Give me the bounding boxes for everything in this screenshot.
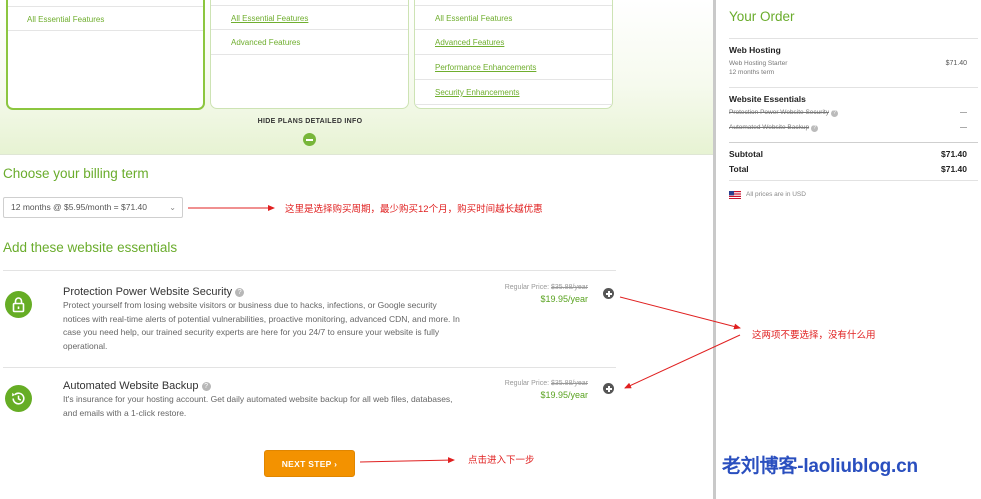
essential-description: It's insurance for your hosting account.… [63,394,453,418]
essentials-title: Add these website essentials [3,240,178,255]
order-essential-security-value: — [960,109,967,116]
help-icon[interactable]: ? [201,382,211,391]
divider [729,87,978,88]
essential-name: Automated Website Backup? [63,380,211,392]
order-essential-backup: Automated Website Backup? [729,124,819,132]
plan-feature[interactable]: All Essential Features [211,5,408,30]
currency-note: All prices are in USD [746,191,806,198]
annotation-billing: 这里是选择购买周期，最少购买12个月，购买时间越长越优惠 [285,204,543,215]
divider [729,180,978,181]
watermark: 老刘博客-laoliublog.cn [722,456,918,477]
plan-card-plus[interactable]: All Essential Features Advanced Features [210,0,409,109]
order-hosting-plan: Web Hosting Starter [729,60,788,67]
next-step-button[interactable]: NEXT STEP › [264,450,355,477]
checkout-main: All Essential Features All Essential Fea… [0,0,714,499]
order-essentials-header: Website Essentials [729,94,806,104]
plans-section: All Essential Features All Essential Fea… [0,0,714,155]
plan-feature[interactable]: Performance Enhancements [415,55,612,80]
plan-feature[interactable]: Advanced Features [415,30,612,55]
annotation-next: 点击进入下一步 [468,455,535,466]
collapse-minus-icon[interactable] [303,133,316,146]
essential-description: Protect yourself from losing website vis… [63,300,460,351]
divider [729,38,978,39]
lock-icon [5,291,32,318]
plan-feature: All Essential Features [8,6,203,31]
regular-price: Regular Price: $35.88/year [504,380,588,387]
plan-feature: Advanced Features [211,30,408,55]
order-hosting-price: $71.40 [945,60,967,67]
billing-term-value: 12 months @ $5.95/month = $71.40 [11,202,147,212]
essential-backup-row: Automated Website Backup? It's insurance… [3,367,616,432]
discount-price: $19.95/year [540,294,588,304]
backup-restore-icon [5,385,32,412]
order-summary-panel: Your Order Web Hosting Web Hosting Start… [716,0,981,499]
total-value: $71.40 [941,164,967,174]
order-hosting-header: Web Hosting [729,45,781,55]
add-plus-icon[interactable] [603,383,614,394]
annotation-essentials: 这两项不要选择，没有什么用 [752,330,876,341]
help-icon[interactable]: ? [235,288,245,297]
help-icon[interactable]: ? [811,125,819,132]
plan-feature: All Essential Features [415,5,612,30]
order-hosting-term: 12 months term [729,69,775,76]
subtotal-label: Subtotal [729,149,763,159]
order-essential-backup-value: — [960,124,967,131]
divider [729,142,978,143]
essential-name: Protection Power Website Security? [63,286,245,298]
us-flag-icon [729,191,741,199]
chevron-down-icon: ⌄ [169,203,176,212]
plan-card-starter[interactable]: All Essential Features [6,0,205,110]
hide-plans-link[interactable]: HIDE PLANS DETAILED INFO [238,118,382,125]
regular-price: Regular Price: $35.88/year [504,284,588,291]
subtotal-value: $71.40 [941,149,967,159]
add-plus-icon[interactable] [603,288,614,299]
plan-card-pro[interactable]: All Essential Features Advanced Features… [414,0,613,109]
essential-security-row: Protection Power Website Security? Prote… [3,270,616,367]
plan-feature[interactable]: Security Enhancements [415,80,612,105]
help-icon[interactable]: ? [830,110,838,117]
billing-term-select[interactable]: 12 months @ $5.95/month = $71.40 ⌄ [3,197,183,218]
total-label: Total [729,164,749,174]
order-essential-security: Protection Power Website Security? [729,109,838,117]
billing-term-title: Choose your billing term [3,166,149,181]
order-title: Your Order [729,9,795,24]
discount-price: $19.95/year [540,390,588,400]
